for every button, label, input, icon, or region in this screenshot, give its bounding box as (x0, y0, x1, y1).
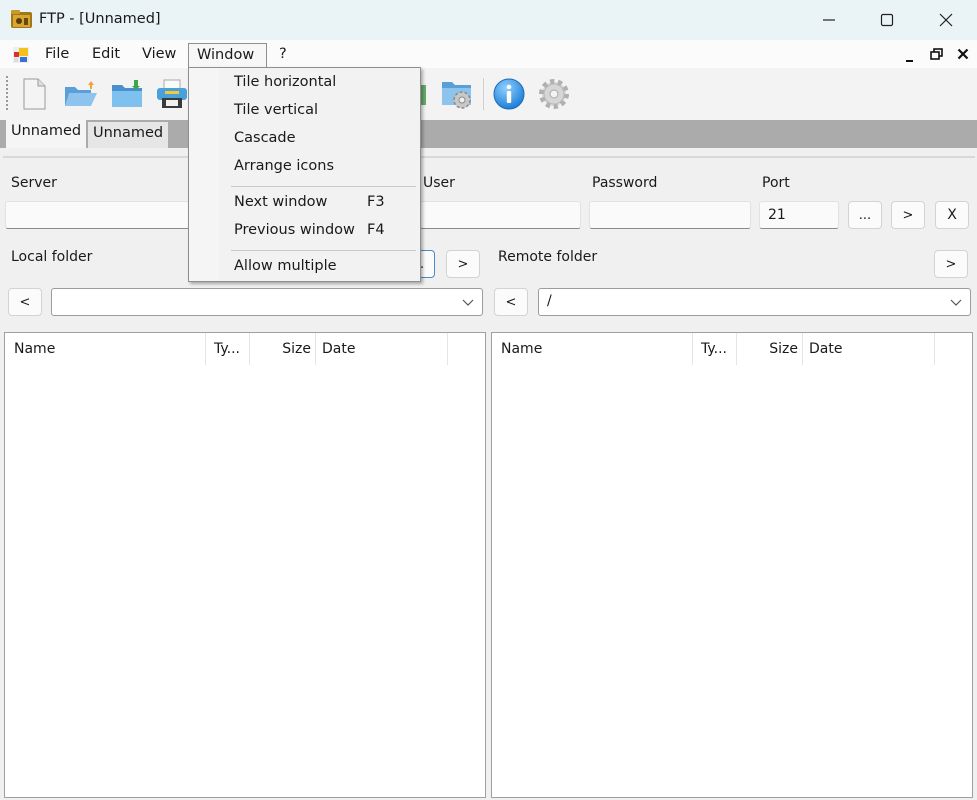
menu-item-label: Previous window (234, 222, 355, 238)
printer-icon (157, 79, 187, 108)
menu-edit[interactable]: Edit (84, 43, 128, 67)
folder-settings-icon (442, 82, 471, 109)
password-input[interactable] (589, 201, 751, 229)
maximize-button[interactable] (858, 0, 916, 40)
menu-separator (231, 186, 416, 187)
remote-col-type[interactable]: Ty... (693, 333, 737, 365)
info-icon (493, 78, 525, 110)
remote-col-size[interactable]: Size (737, 333, 803, 365)
print-button[interactable] (153, 76, 191, 112)
connect-button[interactable]: > (891, 201, 925, 229)
window-menu-dropdown: Tile horizontal Tile vertical Cascade Ar… (188, 67, 421, 282)
menu-view[interactable]: View (134, 43, 184, 67)
minimize-icon (823, 19, 835, 21)
mdi-restore-icon[interactable] (930, 48, 943, 61)
toolbar-separator (483, 78, 484, 110)
settings-button[interactable] (535, 76, 573, 112)
menu-item-label: Next window (234, 194, 328, 210)
save-button[interactable] (108, 76, 146, 112)
toolbar-grip[interactable] (6, 76, 8, 112)
local-go-button[interactable]: > (446, 250, 480, 278)
mdi-close-icon[interactable] (957, 48, 969, 60)
menu-item-tile-horizontal[interactable]: Tile horizontal (191, 70, 418, 96)
user-label: User (423, 175, 455, 191)
port-label: Port (762, 175, 790, 191)
menu-item-label: Tile vertical (234, 102, 319, 118)
new-document-icon (23, 78, 46, 110)
new-button[interactable] (15, 76, 53, 112)
remote-path-value: / (547, 293, 552, 309)
remote-back-button[interactable]: < (494, 288, 528, 316)
menu-item-allow-multiple[interactable]: Allow multiple (191, 254, 418, 280)
close-button[interactable] (917, 0, 975, 40)
mdi-child-icon[interactable] (13, 47, 29, 63)
doc-tab-1[interactable]: Unnamed (6, 120, 87, 148)
menu-item-label: Tile horizontal (234, 74, 337, 90)
port-input[interactable] (759, 201, 839, 229)
local-col-type[interactable]: Ty... (206, 333, 250, 365)
menu-help[interactable]: ? (271, 43, 295, 67)
chevron-down-icon (950, 299, 962, 306)
menu-bar: File Edit View Window ? (0, 40, 977, 68)
doc-tab-2[interactable]: Unnamed (88, 122, 169, 148)
browse-server-button[interactable]: ... (848, 201, 882, 229)
menu-item-label: Arrange icons (234, 158, 335, 174)
minimize-button[interactable] (800, 0, 858, 40)
mdi-minimize-icon[interactable] (905, 53, 915, 63)
menu-item-label: Cascade (234, 130, 296, 146)
menu-item-shortcut: F3 (367, 194, 385, 210)
remote-col-name[interactable]: Name (492, 333, 693, 365)
user-input[interactable] (420, 201, 581, 229)
local-col-size[interactable]: Size (250, 333, 316, 365)
local-list-header: Name Ty... Size Date (5, 333, 485, 365)
open-button[interactable] (62, 76, 100, 112)
toolbar (0, 68, 977, 120)
ftp-app-icon (11, 10, 32, 28)
maximize-icon (880, 13, 894, 27)
save-folder-icon (112, 80, 142, 107)
open-folder-icon (65, 81, 97, 106)
local-col-name[interactable]: Name (5, 333, 206, 365)
disconnect-button[interactable]: X (935, 201, 969, 229)
document-tab-strip: Unnamed Unnamed (0, 120, 977, 148)
remote-col-date[interactable]: Date (803, 333, 935, 365)
title-bar[interactable]: FTP - [Unnamed] (0, 0, 977, 40)
chevron-down-icon (462, 299, 474, 306)
folder-settings-button[interactable] (438, 76, 476, 112)
remote-file-list[interactable]: Name Ty... Size Date (491, 332, 973, 798)
menu-window[interactable]: Window (188, 43, 267, 67)
ftp-session-pane: Server User Password Port ... > X Local … (3, 156, 975, 800)
window-title: FTP - [Unnamed] (39, 11, 161, 27)
menu-separator (231, 250, 416, 251)
remote-list-header: Name Ty... Size Date (492, 333, 972, 365)
remote-folder-label: Remote folder (498, 249, 598, 265)
menu-item-label: Allow multiple (234, 258, 337, 274)
menu-item-tile-vertical[interactable]: Tile vertical (191, 98, 418, 124)
gear-icon (539, 79, 569, 109)
menu-file[interactable]: File (37, 43, 77, 67)
about-button[interactable] (490, 76, 528, 112)
menu-item-arrange-icons[interactable]: Arrange icons (191, 154, 418, 180)
menu-item-shortcut: F4 (367, 222, 385, 238)
menu-item-cascade[interactable]: Cascade (191, 126, 418, 152)
local-folder-label: Local folder (11, 249, 93, 265)
menu-item-next-window[interactable]: Next window F3 (191, 190, 418, 216)
remote-path-combo[interactable]: / (538, 288, 971, 316)
close-icon (939, 13, 953, 27)
local-file-list[interactable]: Name Ty... Size Date (4, 332, 486, 798)
local-path-combo[interactable] (51, 288, 483, 316)
local-col-date[interactable]: Date (316, 333, 448, 365)
menu-item-previous-window[interactable]: Previous window F4 (191, 218, 418, 244)
local-back-button[interactable]: < (8, 288, 42, 316)
password-label: Password (592, 175, 658, 191)
remote-go-button[interactable]: > (934, 250, 968, 278)
server-label: Server (11, 175, 57, 191)
